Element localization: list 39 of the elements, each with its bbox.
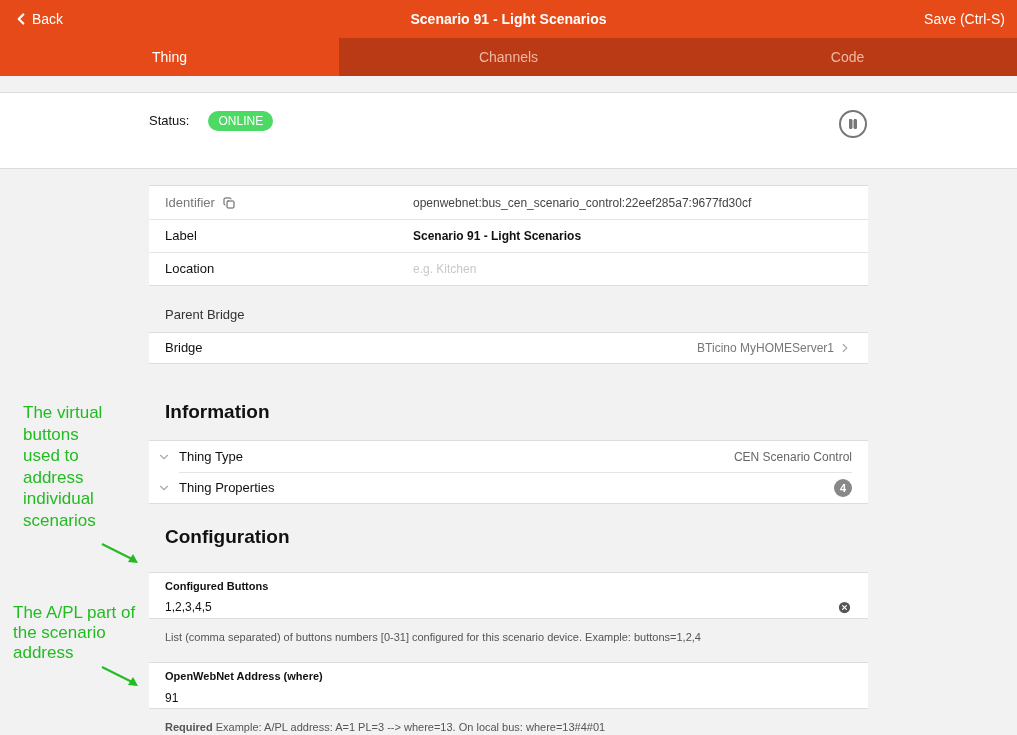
tab[interactable]: Thing <box>0 38 339 76</box>
bridge-row[interactable]: Bridge BTicino MyHOMEServer1 <box>149 331 868 364</box>
annotation-text: The virtual buttons used to address individual scenarios <box>23 402 104 531</box>
status-label: Status: <box>149 112 190 130</box>
status-badge: ONLINE <box>208 111 274 131</box>
accordion-row[interactable]: Thing Properties 4 <box>149 472 868 503</box>
pause-icon <box>847 118 859 130</box>
section-label: Parent Bridge <box>164 306 246 324</box>
section-heading: Configuration <box>164 525 291 549</box>
accordion-label: Thing Type <box>179 447 244 466</box>
input-field[interactable]: 91 <box>165 688 852 707</box>
clear-icon[interactable] <box>837 599 852 615</box>
field-label: OpenWebNet Address (where) <box>165 669 324 684</box>
field-description: List (comma separated) of buttons numbers [0-31] configured for this scenario device. Example: buttons=1,2,4 <box>165 630 701 643</box>
field-description: Required Example: A/PL address: A=1 PL=3 --> where=13. On local bus: where=13#4#01 <box>165 721 606 733</box>
page-title: Scenario 91 - Light Scenarios <box>409 9 608 29</box>
save-button[interactable]: Save (Ctrl-S) <box>805 8 1005 30</box>
annotation-arrow <box>100 664 140 688</box>
field-value: openwebnet:bus_cen_scenario_control:22eef285a7:9677fd30cf <box>413 194 752 212</box>
count-badge: 4 <box>834 479 852 497</box>
accordion-row[interactable]: Thing Type CEN Scenario Control <box>149 441 868 472</box>
bridge-value: BTicino MyHOMEServer1 <box>697 339 834 357</box>
field-label: Configured Buttons <box>165 578 270 594</box>
annotation-text: The A/PL part of the scenario address <box>13 603 137 663</box>
accordion-label: Thing Properties <box>179 479 275 498</box>
back-button[interactable]: Back <box>12 8 212 30</box>
field-label: Label <box>165 227 197 246</box>
field-value: Scenario 91 - Light Scenarios <box>413 228 582 245</box>
field-label: Identifier <box>165 193 215 212</box>
field-label: Location <box>165 260 215 279</box>
input-field[interactable]: 1,2,3,4,5 <box>165 598 837 616</box>
annotation-arrow <box>100 541 140 565</box>
field-label: Bridge <box>165 338 203 357</box>
config-field[interactable]: OpenWebNet Address (where) 91 <box>149 662 868 709</box>
section-heading: Information <box>164 399 271 424</box>
copy-icon[interactable] <box>222 196 235 209</box>
accordion-value: CEN Scenario Control <box>733 448 852 466</box>
config-field[interactable]: Configured Buttons 1,2,3,4,5 <box>149 571 868 619</box>
pause-button[interactable] <box>839 110 867 138</box>
